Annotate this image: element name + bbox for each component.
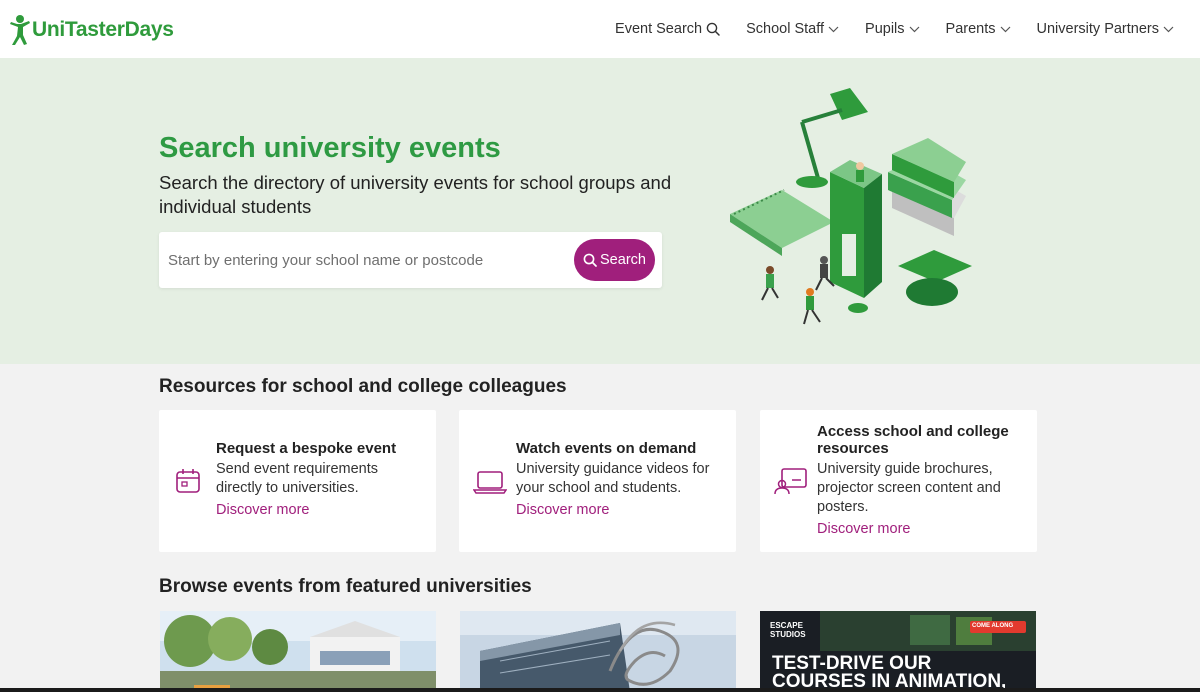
discover-more-link[interactable]: Discover more <box>216 500 421 520</box>
nav-event-search-label: Event Search <box>615 21 703 37</box>
calendar-icon <box>176 469 200 493</box>
nav-event-search[interactable]: Event Search <box>615 21 720 37</box>
hero-title: Search university events <box>159 132 501 164</box>
hero-subtitle: Search the directory of university event… <box>159 172 672 217</box>
logo[interactable]: UniTasterDays <box>8 14 174 46</box>
featured-university-card-2[interactable] <box>460 611 736 692</box>
chevron-down-icon <box>1163 26 1174 33</box>
chevron-down-icon <box>909 26 919 33</box>
promo-headline: TEST-DRIVE OUR COURSES IN ANIMATION, <box>772 653 1007 692</box>
promo-badge: COME ALONG <box>972 623 1014 629</box>
featured-university-card-1[interactable] <box>160 611 436 692</box>
search-button[interactable]: Search <box>574 239 655 281</box>
school-search-box: Search <box>159 232 662 288</box>
books-illustration <box>730 88 972 325</box>
nav-parents[interactable]: Parents <box>946 21 1011 37</box>
nav-university-partners[interactable]: University Partners <box>1037 21 1174 37</box>
school-search-input[interactable] <box>159 232 569 288</box>
nav-pupils[interactable]: Pupils <box>865 21 920 37</box>
resource-card-watch-on-demand[interactable]: Watch events on demand University guidan… <box>459 410 736 552</box>
chevron-down-icon <box>828 26 839 33</box>
browser-bottom-bar <box>0 688 1200 692</box>
chevron-down-icon <box>1000 26 1010 33</box>
campus-photo <box>160 611 436 692</box>
nav-school-staff-label: School Staff <box>746 21 825 37</box>
presentation-icon <box>774 468 807 495</box>
resource-card-bespoke-event[interactable]: Request a bespoke event Send event requi… <box>159 410 436 552</box>
hero-section: Search university events Search the dire… <box>0 58 1200 364</box>
nav-pupils-label: Pupils <box>865 21 905 37</box>
discover-more-link[interactable]: Discover more <box>817 519 1022 539</box>
featured-university-card-3[interactable]: ESCAPE STUDIOS COME ALONG TEST-DRIVE OUR… <box>760 611 1036 692</box>
resource-card-resources[interactable]: Access school and college resources Univ… <box>760 410 1037 552</box>
laptop-icon <box>473 471 507 494</box>
card-title: Request a bespoke event <box>216 440 397 457</box>
nav-parents-label: Parents <box>945 21 996 37</box>
search-button-label: Search <box>600 252 646 268</box>
card-title: Access school and college resources <box>817 423 1009 457</box>
nav-school-staff[interactable]: School Staff <box>746 21 839 37</box>
logo-text: UniTasterDays <box>32 18 174 41</box>
promo-brand-label: ESCAPE STUDIOS <box>770 621 806 639</box>
nav-university-partners-label: University Partners <box>1036 21 1159 37</box>
main-nav: Event Search School Staff Pupils Parents… <box>589 0 1174 58</box>
logo-figure-icon <box>10 15 30 45</box>
card-description: Send event requirements directly to univ… <box>216 461 379 496</box>
card-title: Watch events on demand <box>516 440 697 457</box>
card-description: University guidance videos for your scho… <box>516 461 710 496</box>
search-icon <box>706 22 720 36</box>
building-sculpture-photo <box>460 611 736 692</box>
featured-heading: Browse events from featured universities <box>159 576 532 597</box>
search-icon <box>583 253 597 267</box>
discover-more-link[interactable]: Discover more <box>516 500 721 520</box>
resources-heading: Resources for school and college colleag… <box>159 376 567 397</box>
site-header: UniTasterDays Event Search School Staff … <box>0 0 1200 58</box>
card-description: University guide brochures, projector sc… <box>817 461 1001 515</box>
